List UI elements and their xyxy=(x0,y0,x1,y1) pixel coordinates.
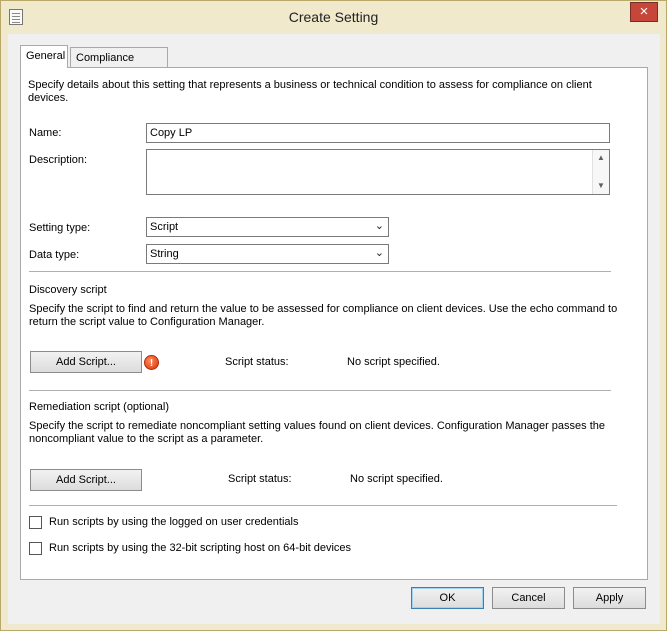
scroll-down-icon[interactable]: ▼ xyxy=(593,178,609,194)
add-remediation-script-button[interactable]: Add Script... xyxy=(30,469,142,491)
create-setting-dialog: Create Setting × General Compliance Rule… xyxy=(0,0,667,631)
logged-on-user-label[interactable]: Run scripts by using the logged on user … xyxy=(49,516,298,528)
discovery-heading: Discovery script xyxy=(29,284,107,296)
discovery-description: Specify the script to find and return th… xyxy=(29,303,618,328)
cancel-button[interactable]: Cancel xyxy=(492,587,565,609)
section-divider xyxy=(29,390,611,391)
warning-icon: ! xyxy=(144,355,159,370)
close-icon[interactable]: × xyxy=(630,2,658,22)
scripting-host-32bit-label[interactable]: Run scripts by using the 32-bit scriptin… xyxy=(49,542,351,554)
scroll-up-icon[interactable]: ▲ xyxy=(593,150,609,166)
tab-general[interactable]: General xyxy=(20,45,68,68)
data-type-value: String xyxy=(150,248,179,260)
general-intro-text: Specify details about this setting that … xyxy=(28,79,592,104)
chevron-down-icon: ⌄ xyxy=(374,247,384,259)
description-scrollbar[interactable]: ▲ ▼ xyxy=(592,150,609,194)
discovery-status-value: No script specified. xyxy=(347,356,440,368)
name-label: Name: xyxy=(29,127,62,139)
scripting-host-32bit-checkbox[interactable] xyxy=(29,542,42,555)
setting-type-value: Script xyxy=(150,221,179,233)
setting-type-select[interactable]: Script ⌄ xyxy=(146,217,389,237)
discovery-status-label: Script status: xyxy=(225,356,289,368)
general-tab-panel: Specify details about this setting that … xyxy=(20,67,648,580)
remediation-status-value: No script specified. xyxy=(350,473,443,485)
add-discovery-script-button[interactable]: Add Script... xyxy=(30,351,142,373)
description-input[interactable]: ▲ ▼ xyxy=(146,149,610,195)
dialog-client-area: General Compliance Rules Specify details… xyxy=(8,34,660,624)
remediation-heading: Remediation script (optional) xyxy=(29,401,170,413)
remediation-status-label: Script status: xyxy=(228,473,292,485)
apply-button[interactable]: Apply xyxy=(573,587,646,609)
title-bar[interactable]: Create Setting × xyxy=(1,1,666,32)
description-label: Description: xyxy=(29,154,88,166)
section-divider xyxy=(29,505,617,506)
name-input[interactable]: Copy LP xyxy=(146,123,610,143)
chevron-down-icon: ⌄ xyxy=(374,220,384,232)
ok-button[interactable]: OK xyxy=(411,587,484,609)
section-divider xyxy=(29,271,611,272)
tab-compliance-rules[interactable]: Compliance Rules xyxy=(70,47,168,84)
data-type-select[interactable]: String ⌄ xyxy=(146,244,389,264)
remediation-description: Specify the script to remediate noncompl… xyxy=(29,420,605,445)
window-title: Create Setting xyxy=(288,9,379,25)
data-type-label: Data type: xyxy=(29,249,80,261)
setting-type-label: Setting type: xyxy=(29,222,91,234)
logged-on-user-checkbox[interactable] xyxy=(29,516,42,529)
